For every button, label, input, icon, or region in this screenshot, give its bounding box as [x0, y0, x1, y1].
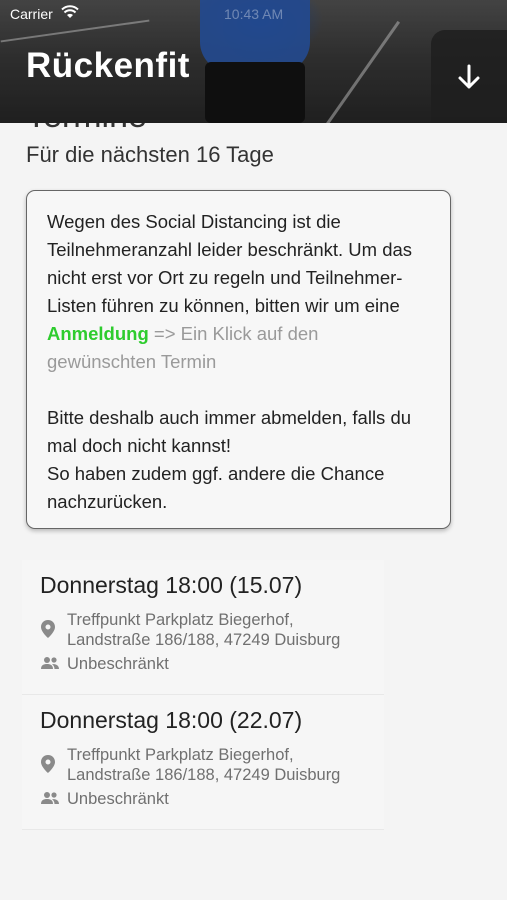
- event-item[interactable]: Donnerstag 18:00 (15.07) Treffpunkt Park…: [22, 560, 384, 695]
- event-title: Donnerstag 18:00 (22.07): [40, 707, 303, 733]
- event-location: Treffpunkt Parkplatz Biegerhof, Landstraß…: [67, 611, 341, 649]
- page-title: Rückenfit: [26, 46, 190, 85]
- registration-link[interactable]: Anmeldung: [47, 323, 149, 344]
- location-pin-icon: [41, 755, 55, 773]
- arrow-down-icon: [458, 64, 480, 88]
- event-capacity: Unbeschränkt: [67, 655, 169, 673]
- clock: 10:43 AM: [224, 6, 284, 22]
- people-icon: [41, 657, 59, 669]
- status-bar: Carrier 10:43 AM: [0, 0, 507, 28]
- carrier-label: Carrier: [10, 6, 53, 22]
- scroll-down-button[interactable]: [431, 30, 507, 123]
- location-pin-icon: [41, 620, 55, 638]
- section-subtitle: Für die nächsten 16 Tage: [26, 142, 274, 167]
- event-title: Donnerstag 18:00 (15.07): [40, 572, 303, 598]
- section-title: Termine: [26, 123, 226, 134]
- registration-notice: Wegen des Social Distancing ist die Teil…: [26, 190, 451, 529]
- event-location: Treffpunkt Parkplatz Biegerhof, Landstraß…: [67, 746, 341, 784]
- event-capacity: Unbeschränkt: [67, 790, 169, 808]
- wifi-icon: [61, 5, 79, 22]
- notice-paragraph: Wegen des Social Distancing ist die Teil…: [47, 211, 413, 372]
- event-item[interactable]: Donnerstag 18:00 (22.07) Treffpunkt Park…: [22, 695, 384, 830]
- people-icon: [41, 792, 59, 804]
- notice-paragraph-2: Bitte deshalb auch immer abmelden, falls…: [47, 407, 412, 512]
